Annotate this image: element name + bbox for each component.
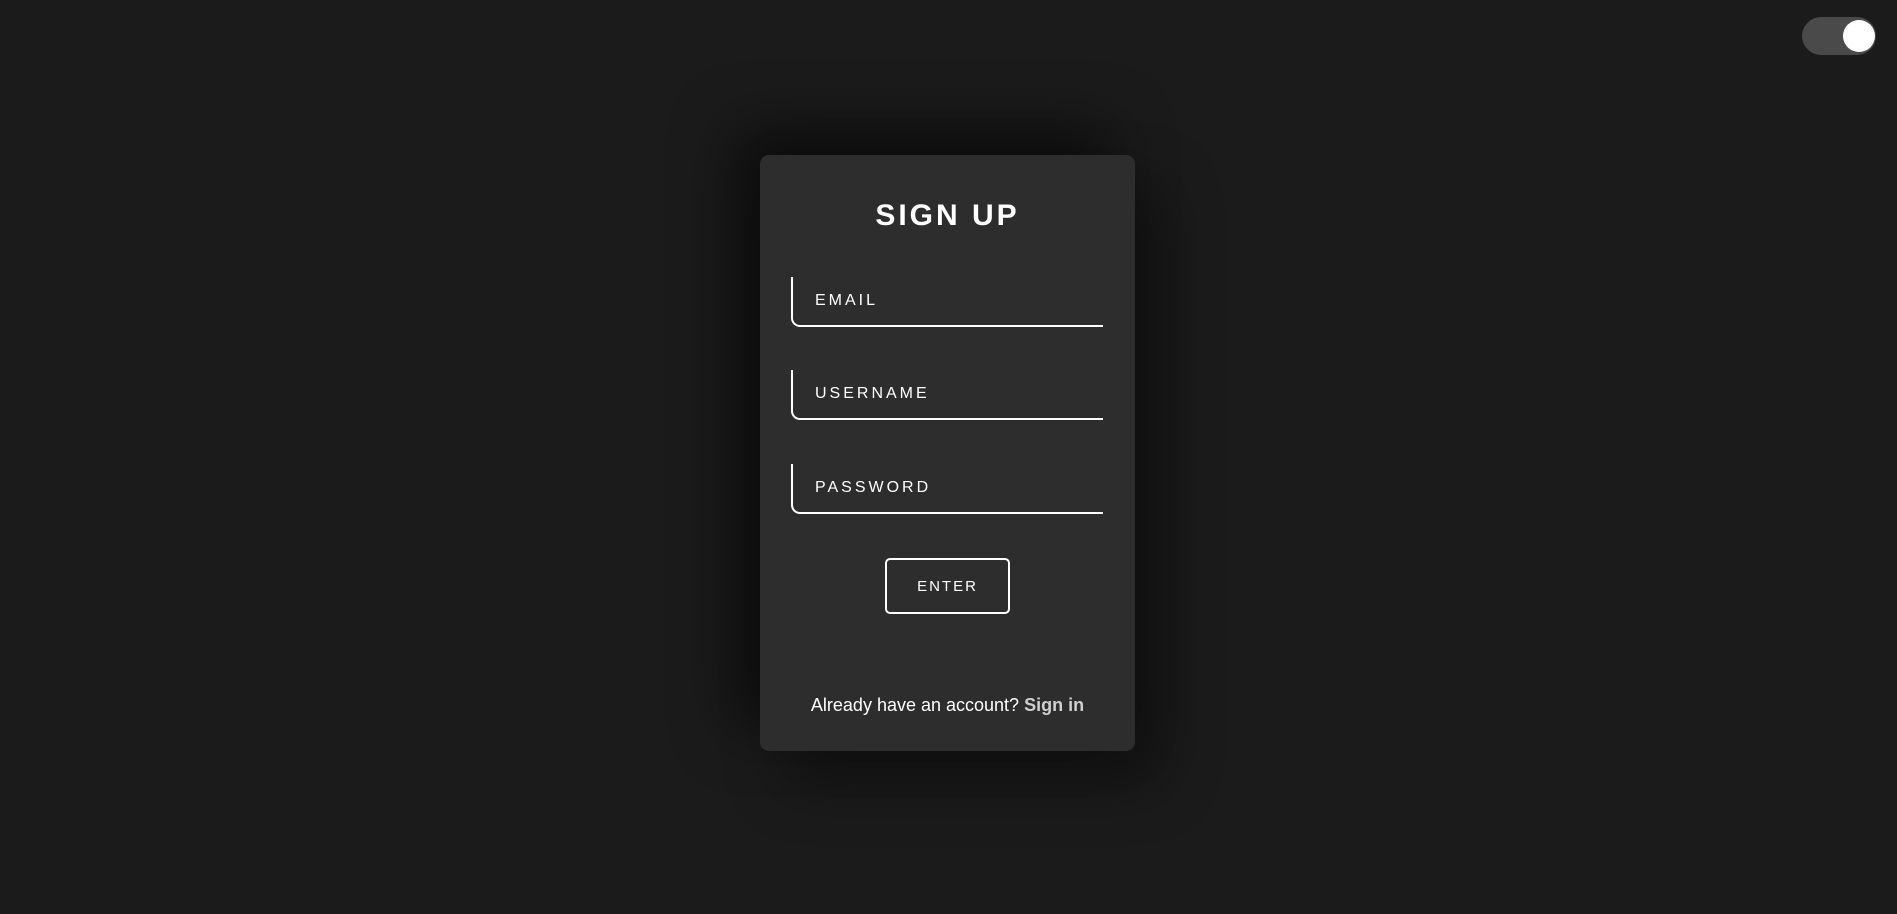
email-field[interactable] — [793, 277, 1103, 325]
signin-prompt-text: Already have an account? — [810, 695, 1020, 715]
signin-prompt: Already have an account? Sign in — [760, 695, 1135, 716]
theme-toggle[interactable] — [1802, 17, 1876, 55]
page-title: SIGN UP — [875, 199, 1020, 232]
password-field[interactable] — [793, 464, 1103, 512]
username-field-container — [791, 370, 1103, 420]
toggle-knob[interactable] — [1843, 20, 1875, 52]
signin-link[interactable]: Sign in — [1024, 695, 1084, 715]
username-field[interactable] — [793, 370, 1103, 418]
password-field-container — [791, 464, 1103, 514]
email-field-container — [791, 277, 1103, 327]
enter-button[interactable]: ENTER — [885, 558, 1010, 614]
signup-card: SIGN UP ENTER Already have an account? S… — [760, 155, 1135, 751]
page: SIGN UP ENTER Already have an account? S… — [0, 0, 1897, 914]
